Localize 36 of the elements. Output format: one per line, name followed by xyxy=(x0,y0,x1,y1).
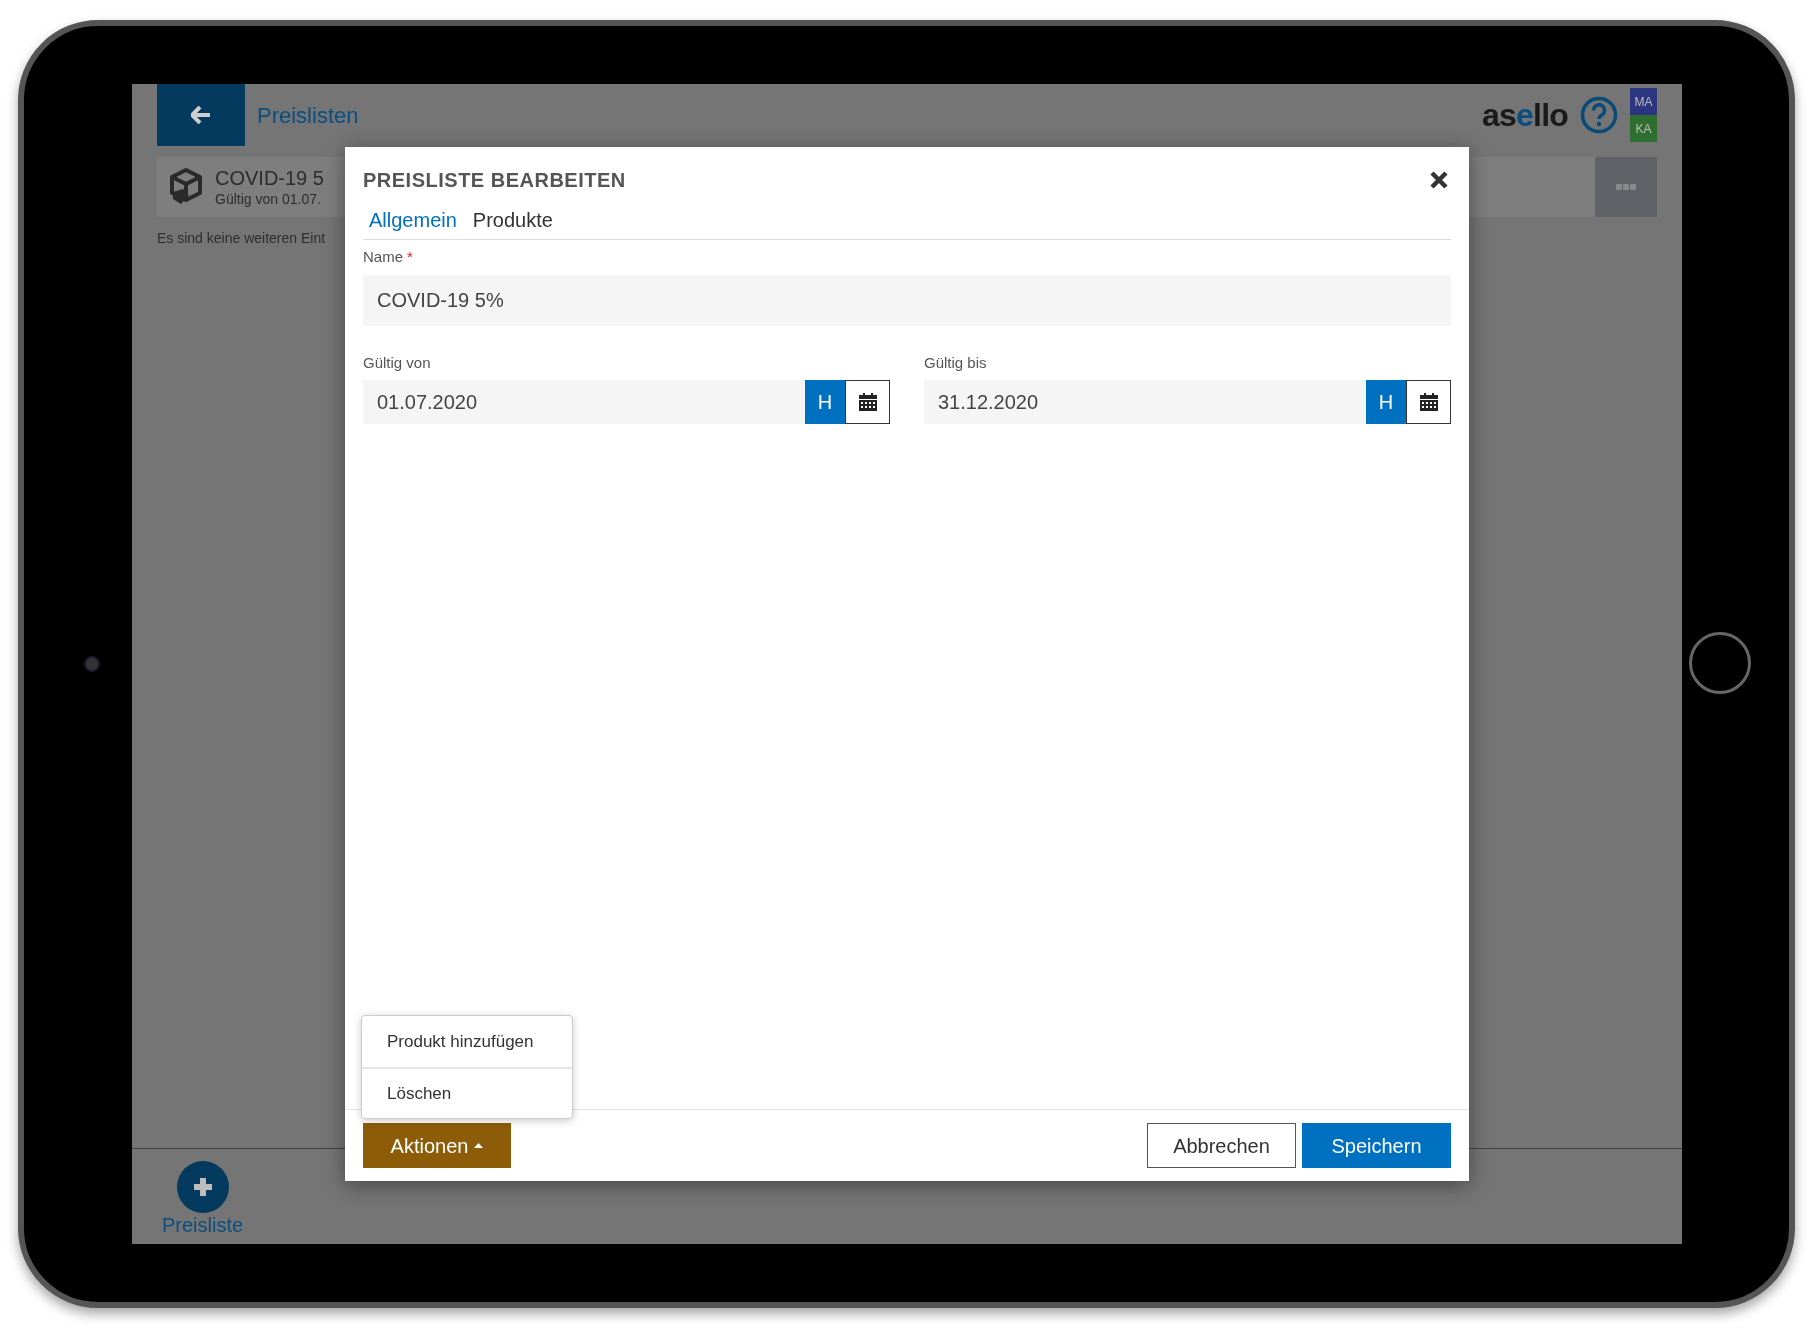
camera-icon xyxy=(84,656,100,672)
user-badge[interactable]: MA xyxy=(1630,88,1657,115)
required-mark: * xyxy=(407,247,413,267)
calendar-button[interactable] xyxy=(1406,380,1451,424)
logo-text: asello xyxy=(1482,96,1568,135)
tab[interactable]: Allgemein xyxy=(369,207,457,233)
date-field[interactable]: 01.07.2020 xyxy=(363,380,805,424)
caret-icon xyxy=(474,1143,484,1148)
page-title: Preislisten xyxy=(257,101,359,130)
calendar-icon xyxy=(1419,393,1438,411)
tab[interactable]: Produkte xyxy=(472,207,553,233)
back-button[interactable] xyxy=(157,84,245,146)
calendar-button[interactable] xyxy=(845,380,890,424)
today-button[interactable]: H xyxy=(1366,380,1406,424)
cancel-button[interactable]: Abbrechen xyxy=(1147,1123,1296,1168)
save-button[interactable]: Speichern xyxy=(1302,1123,1451,1168)
user-badge[interactable]: KA xyxy=(1630,115,1657,142)
actions-button[interactable]: Aktionen xyxy=(363,1123,511,1168)
arrow-left-icon xyxy=(191,106,211,124)
empty-note: Es sind keine weiteren Eint xyxy=(157,229,327,248)
today-button[interactable]: H xyxy=(805,380,845,424)
more-icon xyxy=(1616,184,1636,190)
package-tag-icon xyxy=(169,168,203,206)
home-button[interactable] xyxy=(1689,632,1751,694)
date-field[interactable]: 31.12.2020 xyxy=(924,380,1366,424)
price-list-validity: Gültig von 01.07. xyxy=(215,190,322,208)
field-label: Gültig von xyxy=(363,352,432,373)
menu-item[interactable]: Produkt hinzufügen xyxy=(362,1016,572,1067)
calendar-icon xyxy=(858,393,877,411)
menu-item[interactable]: Löschen xyxy=(362,1067,572,1118)
dialog-title: PREISLISTE BEARBEITEN xyxy=(363,168,626,193)
plus-icon xyxy=(176,1161,229,1213)
field-label: Name xyxy=(363,247,403,267)
price-list-name: COVID-19 5 xyxy=(215,166,324,190)
field-label: Gültig bis xyxy=(924,352,988,373)
name-field[interactable]: COVID-19 5% xyxy=(363,274,1451,326)
